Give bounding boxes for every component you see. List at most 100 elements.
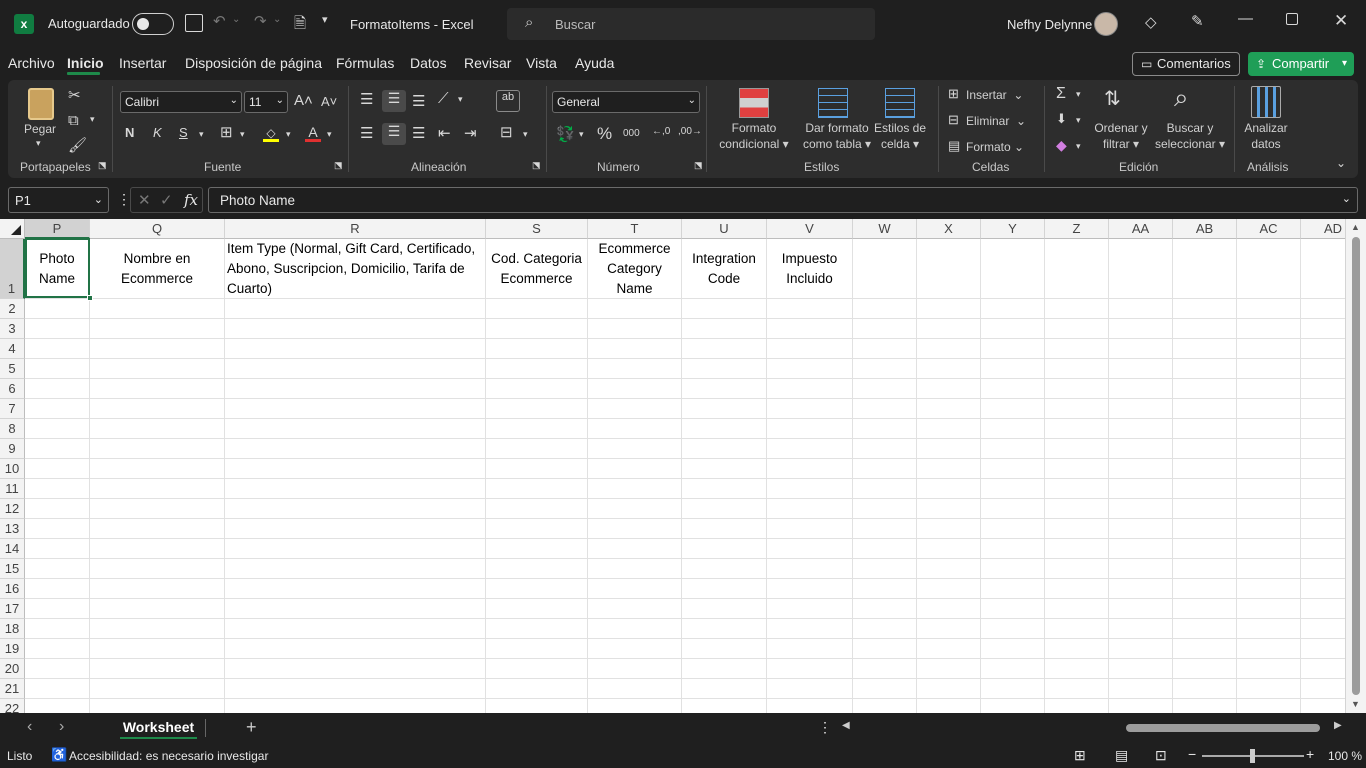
decrease-font-icon[interactable]: A˅ (321, 94, 337, 109)
italic-button[interactable]: K (153, 125, 162, 140)
borders-icon[interactable]: ⊞ (220, 123, 233, 141)
increase-indent-icon[interactable]: ⇥ (464, 124, 477, 142)
clear-dropdown-icon[interactable]: ▾ (1076, 141, 1081, 152)
row-header-15[interactable]: 15 (0, 559, 25, 579)
increase-decimal-icon[interactable]: ←,0 (652, 126, 670, 137)
zoom-in-icon[interactable]: + (1306, 746, 1314, 762)
clear-icon[interactable]: ◆ (1056, 137, 1067, 154)
zoom-level[interactable]: 100 % (1328, 749, 1362, 763)
sheet-tab-worksheet[interactable]: Worksheet (116, 713, 201, 741)
row-header-2[interactable]: 2 (0, 299, 25, 319)
font-launcher-icon[interactable]: ⬔ (334, 160, 343, 171)
formula-input[interactable]: Photo Name ⌄ (208, 187, 1358, 213)
cell-styles-icon[interactable] (885, 88, 915, 118)
column-header-p[interactable]: P (25, 219, 90, 239)
delete-cells-button[interactable]: Eliminar ⌄ (966, 114, 1026, 128)
find-select-icon[interactable]: ⌕ (1174, 82, 1189, 114)
sort-filter-icon[interactable]: ⇅ (1104, 86, 1121, 111)
cell-r1[interactable]: Item Type (Normal, Gift Card, Certificad… (225, 239, 485, 299)
column-header-ac[interactable]: AC (1237, 219, 1301, 239)
row-header-17[interactable]: 17 (0, 599, 25, 619)
thousands-icon[interactable]: 000 (623, 128, 640, 139)
table-format-icon[interactable] (818, 88, 848, 118)
copy-icon[interactable]: ⧉ (68, 112, 79, 129)
underline-dropdown-icon[interactable]: ▾ (199, 129, 204, 140)
column-header-t[interactable]: T (588, 219, 682, 239)
insert-cells-icon[interactable]: ⊞ (948, 86, 959, 102)
row-header-14[interactable]: 14 (0, 539, 25, 559)
menu-revisar[interactable]: Revisar (464, 55, 511, 71)
next-sheet-icon[interactable]: › (59, 718, 64, 736)
row-header-19[interactable]: 19 (0, 639, 25, 659)
zoom-out-icon[interactable]: − (1188, 746, 1196, 762)
row-header-11[interactable]: 11 (0, 479, 25, 499)
customize-toolbar-icon[interactable]: ▾ (322, 13, 328, 26)
enter-icon[interactable]: ✓ (160, 191, 173, 209)
scroll-up-icon[interactable]: ▲ (1351, 222, 1360, 232)
column-header-z[interactable]: Z (1045, 219, 1109, 239)
align-middle-icon[interactable]: ☰ (382, 90, 406, 112)
font-color-icon[interactable]: A (305, 124, 321, 142)
vertical-scrollbar[interactable]: ▲ ▼ (1345, 219, 1366, 713)
scroll-left-icon[interactable]: ◀ (842, 720, 850, 731)
align-bottom-icon[interactable]: ☰ (412, 92, 425, 110)
sort-filter-label[interactable]: Ordenar y filtrar ▾ (1090, 120, 1152, 152)
menu-archivo[interactable]: Archivo (8, 55, 55, 71)
row-header-12[interactable]: 12 (0, 499, 25, 519)
row-header-18[interactable]: 18 (0, 619, 25, 639)
font-name-dropdown[interactable]: Calibri ⌄ (120, 91, 242, 113)
delete-cells-icon[interactable]: ⊟ (948, 112, 959, 128)
decrease-indent-icon[interactable]: ⇤ (438, 124, 451, 142)
cell-styles-label[interactable]: Estilos de celda ▾ (870, 120, 930, 152)
worksheet-grid[interactable]: P Q R S T U V W X Y Z AA AB AC AD 1 2 3 4 5 6 7 8 9 10 11 12 13 14 1… (0, 219, 1366, 713)
number-launcher-icon[interactable]: ⬔ (694, 160, 703, 171)
previous-sheet-icon[interactable]: ‹ (27, 718, 32, 736)
align-left-icon[interactable]: ☰ (360, 124, 373, 142)
underline-button[interactable]: S (179, 125, 188, 140)
clipboard-launcher-icon[interactable]: ⬔ (98, 160, 107, 171)
row-header-9[interactable]: 9 (0, 439, 25, 459)
page-break-view-icon[interactable]: ⊡ (1155, 747, 1167, 764)
page-layout-view-icon[interactable]: ▤ (1115, 747, 1128, 764)
cell-s1[interactable]: Cod. Categoria Ecommerce (486, 239, 587, 299)
alignment-launcher-icon[interactable]: ⬔ (532, 160, 541, 171)
format-cells-icon[interactable]: ▤ (948, 138, 960, 154)
row-header-1[interactable]: 1 (0, 239, 25, 299)
cell-q1[interactable]: Nombre en Ecommerce (90, 239, 224, 299)
vertical-scroll-thumb[interactable] (1352, 237, 1360, 695)
column-header-aa[interactable]: AA (1109, 219, 1173, 239)
insert-function-icon[interactable]: fx (184, 191, 198, 209)
increase-font-icon[interactable]: A˄ (294, 92, 313, 109)
column-header-v[interactable]: V (767, 219, 853, 239)
ribbon-collapse-icon[interactable]: ⌄ (1336, 156, 1346, 170)
column-header-u[interactable]: U (682, 219, 767, 239)
row-header-3[interactable]: 3 (0, 319, 25, 339)
name-box[interactable]: P1 ⌄ (8, 187, 109, 213)
fill-icon[interactable]: ⬇ (1056, 111, 1067, 127)
align-top-icon[interactable]: ☰ (360, 90, 373, 108)
search-box[interactable]: ⌕ Buscar (507, 8, 875, 40)
row-header-10[interactable]: 10 (0, 459, 25, 479)
close-icon[interactable]: ✕ (1334, 11, 1348, 31)
accessibility-icon[interactable]: ♿ (51, 747, 67, 763)
decrease-decimal-icon[interactable]: ,00→ (678, 126, 702, 137)
menu-formulas[interactable]: Fórmulas (336, 55, 394, 71)
redo-icon[interactable]: ↷ (254, 12, 267, 30)
cell-t1[interactable]: Ecommerce Category Name (588, 239, 681, 299)
quick-print-icon[interactable]: 🗎 (294, 13, 306, 38)
row-header-21[interactable]: 21 (0, 679, 25, 699)
expand-formula-icon[interactable]: ⌄ (1342, 192, 1351, 205)
cut-icon[interactable]: ✂ (68, 86, 81, 104)
horizontal-scroll-thumb[interactable] (1126, 724, 1320, 732)
row-header-22[interactable]: 22 (0, 699, 25, 713)
autosum-dropdown-icon[interactable]: ▾ (1076, 89, 1081, 100)
user-name[interactable]: Nefhy Delynne (1007, 17, 1092, 32)
column-header-w[interactable]: W (853, 219, 917, 239)
undo-dropdown-icon[interactable]: ⌄ (232, 14, 240, 25)
normal-view-icon[interactable]: ⊞ (1074, 747, 1086, 764)
minimize-icon[interactable]: — (1238, 10, 1253, 27)
borders-dropdown-icon[interactable]: ▾ (240, 129, 245, 140)
cell-u1[interactable]: Integration Code (682, 239, 766, 299)
percent-icon[interactable]: % (597, 124, 612, 144)
redo-dropdown-icon[interactable]: ⌄ (273, 14, 281, 25)
